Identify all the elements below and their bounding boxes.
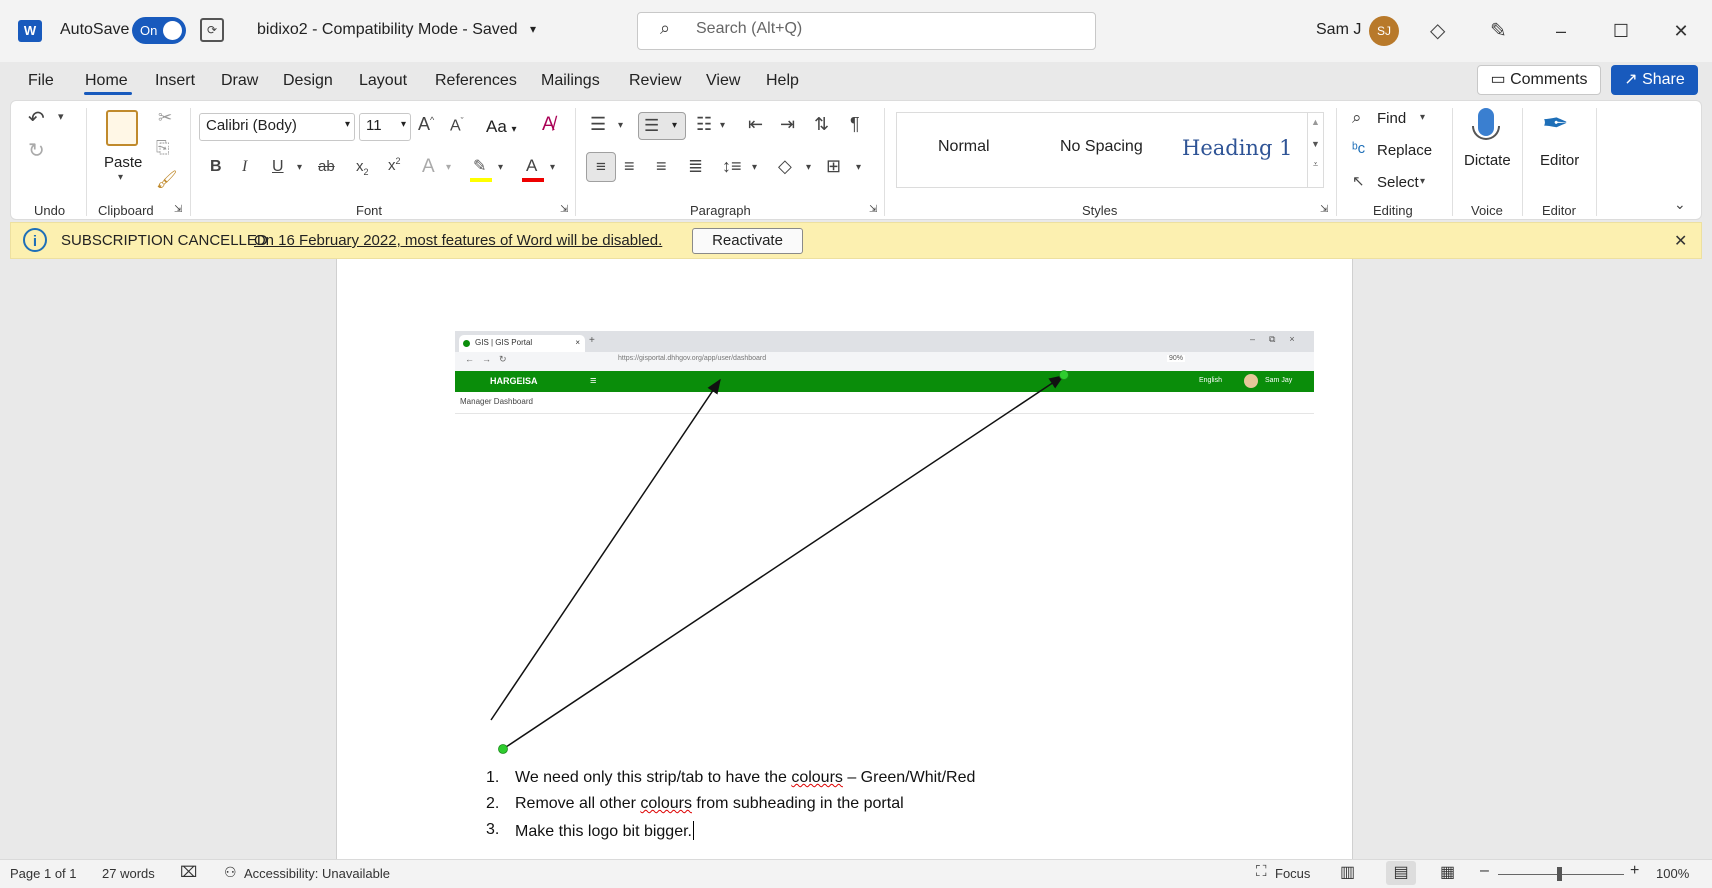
list-item[interactable]: Remove all other colours from subheading…: [515, 795, 904, 813]
list-text: We need only this strip/tab to have the: [515, 769, 792, 786]
zoom-out-icon[interactable]: –: [1480, 862, 1489, 880]
list-text: Make this logo bit bigger.: [515, 823, 692, 840]
annotation-arrows: [490, 370, 1069, 754]
zoom-slider-thumb[interactable]: [1557, 867, 1562, 881]
list-text: from subheading in the portal: [691, 795, 904, 812]
focus-icon: ⛶: [1256, 863, 1267, 880]
accessibility-status[interactable]: Accessibility: Unavailable: [244, 866, 390, 881]
list-item[interactable]: We need only this strip/tab to have the …: [515, 769, 975, 787]
web-layout-icon[interactable]: ▦: [1440, 862, 1455, 882]
word-count[interactable]: 27 words: [102, 866, 155, 881]
focus-button[interactable]: Focus: [1275, 866, 1310, 881]
zoom-level[interactable]: 100%: [1656, 866, 1689, 881]
arrow-handle-start: [498, 744, 508, 754]
page-count[interactable]: Page 1 of 1: [10, 866, 77, 881]
misspelled-word[interactable]: colours: [640, 795, 692, 812]
list-number: 2.: [486, 795, 500, 812]
read-mode-icon[interactable]: ▥: [1340, 862, 1355, 882]
arrow-to-strip: [502, 375, 1065, 750]
zoom-in-icon[interactable]: +: [1630, 862, 1639, 880]
arrow-handle-end: [1059, 370, 1069, 380]
accessibility-icon: ⚇: [224, 864, 237, 880]
list-text: – Green/Whit/Red: [842, 769, 976, 786]
list-text: Remove all other: [515, 795, 641, 812]
arrow-to-logo: [490, 378, 721, 721]
print-layout-icon[interactable]: ▤: [1386, 861, 1416, 885]
misspelled-word[interactable]: colours: [791, 769, 843, 786]
list-number: 1.: [486, 769, 500, 786]
text-cursor: [693, 821, 694, 840]
list-item[interactable]: Make this logo bit bigger.: [515, 821, 694, 841]
proofing-icon[interactable]: ⌧: [180, 863, 197, 881]
list-number: 3.: [486, 821, 500, 838]
